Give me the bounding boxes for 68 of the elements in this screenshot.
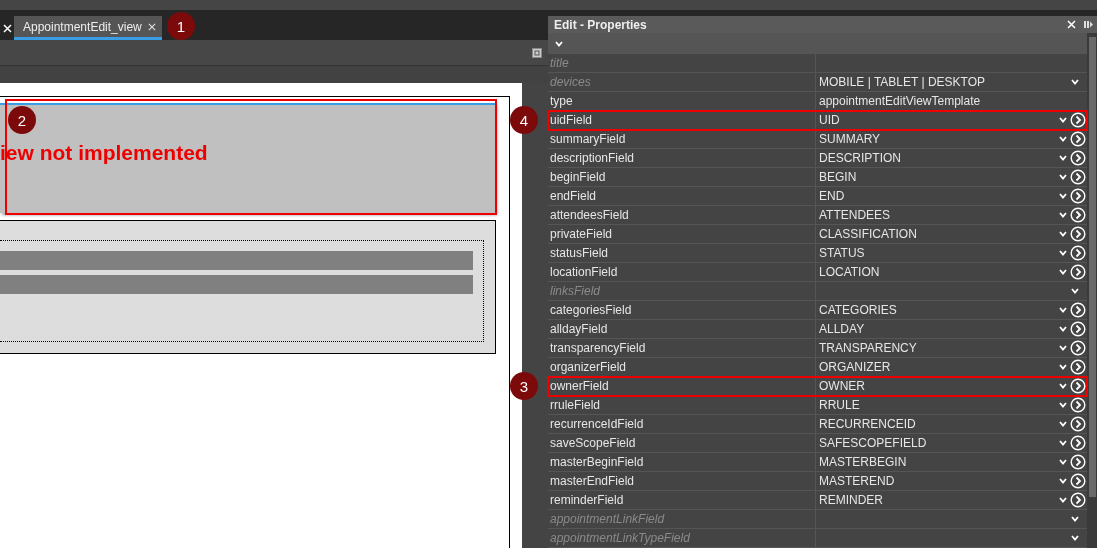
property-row[interactable]: categoriesField CATEGORIES (548, 301, 1087, 320)
property-name: descriptionField (548, 149, 816, 167)
property-name: locationField (548, 263, 816, 281)
property-value: ATTENDEES (819, 208, 892, 222)
property-name: statusField (548, 244, 816, 262)
property-row[interactable]: transparencyField TRANSPARENCY (548, 339, 1087, 358)
dock-icon[interactable] (1084, 20, 1093, 29)
property-value: RRULE (819, 398, 861, 412)
property-name: privateField (548, 225, 816, 243)
property-row[interactable]: alldayField ALLDAY (548, 320, 1087, 339)
property-value: LOCATION (819, 265, 881, 279)
property-value: RECURRENCEID (819, 417, 917, 431)
property-value: SUMMARY (819, 132, 882, 146)
property-value: CLASSIFICATION (819, 227, 918, 241)
property-name: uidField (548, 111, 816, 129)
property-row[interactable]: endField END (548, 187, 1087, 206)
property-row[interactable]: masterBeginField MASTERBEGIN (548, 453, 1087, 472)
property-name: alldayField (548, 320, 816, 338)
property-name: rruleField (548, 396, 816, 414)
property-value: DESCRIPTION (819, 151, 902, 165)
property-value: SAFESCOPEFIELD (819, 436, 928, 450)
property-value: ORGANIZER (819, 360, 892, 374)
property-name: categoriesField (548, 301, 816, 319)
property-value: END (819, 189, 846, 203)
property-name: masterBeginField (548, 453, 816, 471)
property-name: transparencyField (548, 339, 816, 357)
property-row[interactable]: recurrenceIdField RECURRENCEID (548, 415, 1087, 434)
property-row[interactable]: statusField STATUS (548, 244, 1087, 263)
property-value: OWNER (819, 379, 866, 393)
property-value: MASTERBEGIN (819, 455, 908, 469)
panel-title: Edit - Properties (554, 17, 648, 32)
scrollbar-thumb[interactable] (1088, 37, 1096, 497)
property-name: saveScopeField (548, 434, 816, 452)
property-name: devices (548, 73, 816, 91)
property-value: BEGIN (819, 170, 858, 184)
property-name: linksField (548, 282, 816, 300)
property-value: MASTEREND (819, 474, 896, 488)
grid-icon[interactable] (532, 47, 542, 58)
property-row[interactable]: locationField LOCATION (548, 263, 1087, 282)
property-value: UID (819, 113, 841, 127)
callout-badge: 1 (167, 12, 195, 40)
property-name: endField (548, 187, 816, 205)
property-name: appointmentLinkTypeField (548, 529, 816, 547)
callout-badge: 2 (8, 106, 36, 134)
property-value: MOBILE | TABLET | DESKTOP (819, 75, 987, 89)
property-name: masterEndField (548, 472, 816, 490)
property-name: beginField (548, 168, 816, 186)
property-row[interactable]: attendeesField ATTENDEES (548, 206, 1087, 225)
property-name: title (548, 54, 816, 72)
property-row[interactable]: beginField BEGIN (548, 168, 1087, 187)
property-value: REMINDER (819, 493, 884, 507)
property-name: summaryField (548, 130, 816, 148)
property-name: reminderField (548, 491, 816, 509)
property-value: appointmentEditViewTemplate (819, 94, 982, 108)
chevron-down-icon[interactable] (1070, 77, 1080, 87)
property-value: TRANSPARENCY (819, 341, 918, 355)
property-value: STATUS (819, 246, 866, 260)
property-row[interactable]: masterEndField MASTEREND (548, 472, 1087, 491)
property-name: attendeesField (548, 206, 816, 224)
property-name: recurrenceIdField (548, 415, 816, 433)
property-name: ownerField (548, 377, 816, 395)
property-name: appointmentLinkField (548, 510, 816, 528)
property-row[interactable]: reminderField REMINDER (548, 491, 1087, 510)
property-value: ALLDAY (819, 322, 866, 336)
property-value: CATEGORIES (819, 303, 898, 317)
property-row[interactable]: saveScopeField SAFESCOPEFIELD (548, 434, 1087, 453)
property-row[interactable]: privateField CLASSIFICATION (548, 225, 1087, 244)
property-row[interactable]: descriptionField DESCRIPTION (548, 149, 1087, 168)
